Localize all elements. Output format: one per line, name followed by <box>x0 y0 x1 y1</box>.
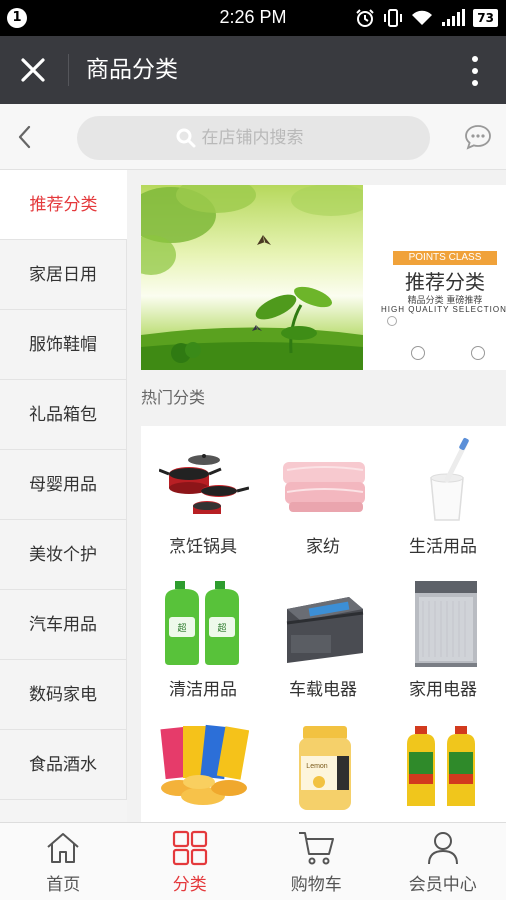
signal-icon <box>442 9 466 26</box>
sidebar-item-food-drinks[interactable]: 食品酒水 <box>0 730 127 800</box>
nature-scene-image <box>141 185 371 370</box>
section-title: 热门分类 <box>141 388 206 407</box>
wifi-icon <box>412 10 433 25</box>
banner-title: 推荐分类 <box>405 270 485 294</box>
search-bar[interactable] <box>77 116 430 160</box>
user-icon <box>427 832 458 865</box>
tab-categories[interactable]: 分类 <box>127 823 254 900</box>
hot-category-grid: 烹饪锅具 家纺 生活用品 超 超 清洁用品 车载电器 家用电器 Lemon <box>141 426 506 822</box>
tab-label: 购物车 <box>290 875 342 895</box>
tab-member-center[interactable]: 会员中心 <box>380 823 506 900</box>
carousel-dot[interactable] <box>471 346 485 360</box>
toothbrush-cup-icon <box>430 437 469 521</box>
search-row <box>0 104 506 170</box>
sidebar-item-gifts-bags[interactable]: 礼品箱包 <box>0 380 127 450</box>
status-bar: 1 2:26 PM 73 <box>0 0 506 36</box>
sidebar-item-home-goods[interactable]: 家居日用 <box>0 240 127 310</box>
detergent-bottles-icon: 超 超 <box>165 581 239 665</box>
vibrate-icon <box>384 9 403 27</box>
promo-banner[interactable]: POINTS CLASS 推荐分类 精品分类 重磅推荐 HIGH QUALITY… <box>141 185 506 370</box>
search-input[interactable] <box>201 128 332 148</box>
sidebar-item-digital[interactable]: 数码家电 <box>0 660 127 730</box>
category-cookware[interactable]: 烹饪锅具 <box>145 426 261 568</box>
sidebar-item-beauty[interactable]: 美妆个护 <box>0 520 127 590</box>
bottom-tab-bar: 首页 分类 购物车 会员中心 <box>0 822 506 900</box>
tab-label: 分类 <box>172 875 207 895</box>
banner-tag: POINTS CLASS <box>393 251 497 265</box>
tab-cart[interactable]: 购物车 <box>253 823 380 900</box>
more-vertical-icon[interactable] <box>470 55 480 87</box>
category-cleaning[interactable]: 超 超 清洁用品 <box>145 569 261 711</box>
battery-icon: 73 <box>473 9 498 27</box>
chat-bubble-icon[interactable] <box>464 124 492 150</box>
category-content: POINTS CLASS 推荐分类 精品分类 重磅推荐 HIGH QUALITY… <box>127 170 506 822</box>
carousel-dot[interactable] <box>411 346 425 360</box>
category-label: 车载电器 <box>289 680 357 700</box>
banner-tagline: HIGH QUALITY SELECTION <box>381 305 506 314</box>
category-bedding[interactable]: 家纺 <box>265 426 381 568</box>
cookware-icon <box>159 454 249 514</box>
category-car-appliances[interactable]: 车载电器 <box>265 569 381 711</box>
category-label: 清洁用品 <box>169 680 237 700</box>
category-honey[interactable]: Lemon <box>265 712 381 822</box>
category-daily-use[interactable]: 生活用品 <box>385 426 501 568</box>
banner-image <box>141 185 371 370</box>
category-sidebar: 推荐分类 家居日用 服饰鞋帽 礼品箱包 母婴用品 美妆个护 汽车用品 数码家电 … <box>0 170 127 822</box>
bedding-icon <box>283 462 365 512</box>
category-label: 家用电器 <box>409 680 477 700</box>
sidebar-item-recommended[interactable]: 推荐分类 <box>0 170 127 240</box>
category-label: 烹饪锅具 <box>169 537 237 557</box>
tab-label: 首页 <box>46 875 81 895</box>
svg-text:超: 超 <box>217 622 226 634</box>
grid-icon <box>172 830 207 866</box>
sidebar-item-mother-baby[interactable]: 母婴用品 <box>0 450 127 520</box>
close-icon[interactable] <box>16 53 50 87</box>
category-label: 家纺 <box>306 537 340 557</box>
search-icon <box>176 128 195 148</box>
category-cooking-oil[interactable] <box>385 712 501 822</box>
alarm-icon <box>356 9 375 27</box>
svg-text:超: 超 <box>177 622 186 634</box>
page-title: 商品分类 <box>86 57 178 83</box>
home-icon <box>47 833 79 863</box>
title-bar: 商品分类 <box>0 36 506 104</box>
honey-jar-icon: Lemon <box>299 726 351 810</box>
sidebar-item-auto[interactable]: 汽车用品 <box>0 590 127 660</box>
car-fridge-icon <box>286 597 364 663</box>
bubble-icon <box>387 316 397 326</box>
banner-text-panel: POINTS CLASS 推荐分类 精品分类 重磅推荐 HIGH QUALITY… <box>363 185 506 370</box>
chevron-left-icon[interactable] <box>12 124 38 150</box>
category-snacks[interactable] <box>145 712 261 822</box>
cart-icon <box>299 832 334 865</box>
cooking-oil-icon <box>407 726 475 806</box>
category-label: 生活用品 <box>409 537 477 557</box>
dishwasher-icon <box>415 581 477 667</box>
potato-chips-icon <box>160 724 249 805</box>
status-icons: 73 <box>355 6 498 30</box>
tab-label: 会员中心 <box>408 875 477 895</box>
category-home-appliances[interactable]: 家用电器 <box>385 569 501 711</box>
title-divider <box>68 54 69 86</box>
svg-text:Lemon: Lemon <box>306 763 328 770</box>
sidebar-item-apparel[interactable]: 服饰鞋帽 <box>0 310 127 380</box>
tab-home[interactable]: 首页 <box>0 823 127 900</box>
